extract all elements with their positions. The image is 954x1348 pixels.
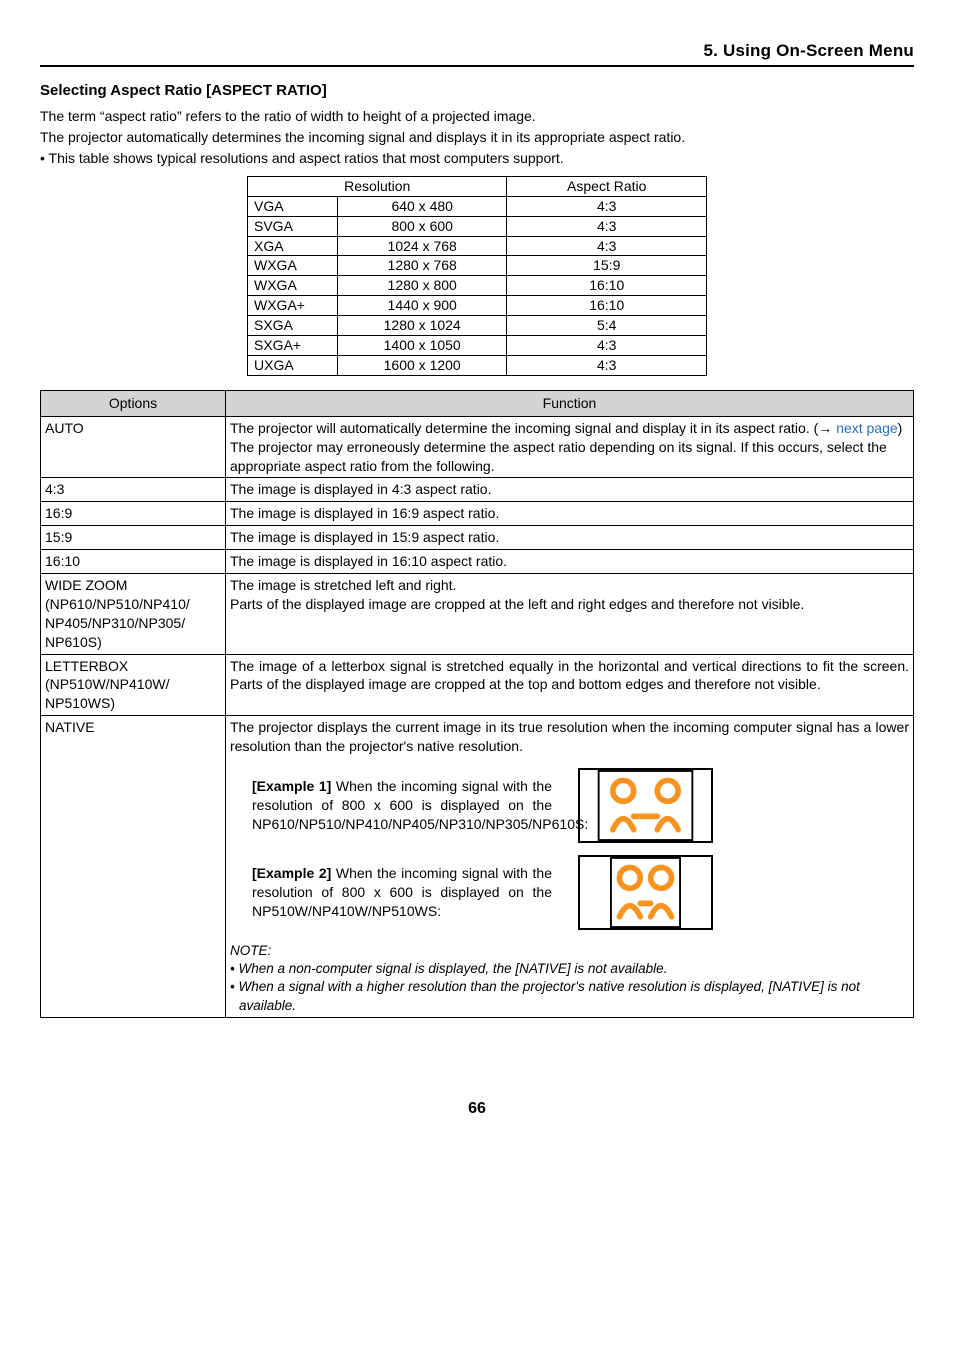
opt-auto-label: AUTO [41, 416, 226, 478]
aspect-43-icon [578, 768, 713, 843]
intro-p1: The term “aspect ratio” refers to the ra… [40, 107, 914, 126]
section-title: Selecting Aspect Ratio [ASPECT RATIO] [40, 81, 914, 101]
table-row: 16:10The image is displayed in 16:10 asp… [41, 550, 914, 574]
next-page-link[interactable]: next page [836, 420, 898, 436]
table-row: 4:3The image is displayed in 4:3 aspect … [41, 478, 914, 502]
res-header-resolution: Resolution [248, 176, 507, 196]
intro-bullet: • This table shows typical resolutions a… [40, 149, 914, 168]
opt-auto-fn: The projector will automatically determi… [226, 416, 914, 478]
resolution-table: Resolution Aspect Ratio VGA640 x 4804:3 … [247, 176, 707, 376]
auto-text-1: The projector will automatically determi… [230, 420, 818, 436]
table-row: WXGA+1440 x 90016:10 [248, 296, 707, 316]
table-row: VGA640 x 4804:3 [248, 196, 707, 216]
res-header-ratio: Aspect Ratio [507, 176, 707, 196]
table-row: WXGA1280 x 76815:9 [248, 256, 707, 276]
table-row: 15:9The image is displayed in 15:9 aspec… [41, 526, 914, 550]
table-row: SVGA800 x 6004:3 [248, 216, 707, 236]
ex1-label: [Example 1] [252, 778, 331, 794]
table-row: NATIVE The projector displays the curren… [41, 716, 914, 1018]
table-row: LETTERBOX (NP510W/NP410W/ NP510WS) The i… [41, 654, 914, 716]
note-title: NOTE: [230, 942, 909, 960]
ex2-label: [Example 2] [252, 865, 331, 881]
note-2: • When a signal with a higher resolution… [230, 978, 909, 1014]
table-row: 16:9The image is displayed in 16:9 aspec… [41, 502, 914, 526]
table-row: XGA1024 x 7684:3 [248, 236, 707, 256]
table-row: WIDE ZOOM (NP610/NP510/NP410/ NP405/NP31… [41, 574, 914, 655]
page-number: 66 [40, 1098, 914, 1120]
auto-text-2: The projector may erroneously determine … [230, 439, 887, 474]
function-header: Function [226, 390, 914, 416]
table-row: SXGA1280 x 10245:4 [248, 316, 707, 336]
note-1: • When a non-computer signal is displaye… [230, 960, 909, 978]
aspect-wide-icon [578, 855, 713, 930]
options-table: Options Function AUTO The projector will… [40, 390, 914, 1018]
wide-text-2: Parts of the displayed image are cropped… [230, 596, 804, 612]
table-row: AUTO The projector will automatically de… [41, 416, 914, 478]
example-1: [Example 1] When the incoming signal wit… [252, 768, 909, 843]
example-2: [Example 2] When the incoming signal wit… [252, 855, 909, 930]
note-block: NOTE: • When a non-computer signal is di… [230, 942, 909, 1015]
arrow-icon: → [818, 420, 836, 436]
auto-text-paren: ) [898, 420, 903, 436]
table-row: WXGA1280 x 80016:10 [248, 276, 707, 296]
native-intro: The projector displays the current image… [230, 718, 909, 756]
chapter-heading: 5. Using On-Screen Menu [40, 40, 914, 67]
table-row: SXGA+1400 x 10504:3 [248, 335, 707, 355]
options-header: Options [41, 390, 226, 416]
wide-text-1: The image is stretched left and right. [230, 577, 456, 593]
table-row: UXGA1600 x 12004:3 [248, 355, 707, 375]
intro-p2: The projector automatically determines t… [40, 128, 914, 147]
